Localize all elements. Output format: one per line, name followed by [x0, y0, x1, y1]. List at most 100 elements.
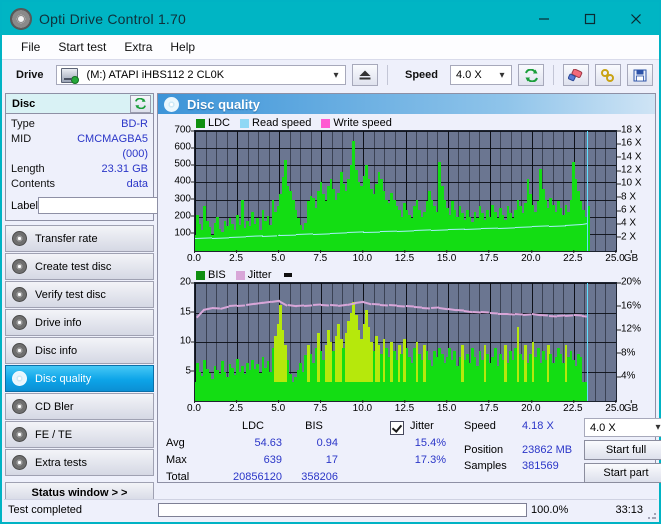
minimize-button[interactable]: [521, 2, 567, 35]
y-tick-label: 100: [174, 227, 194, 239]
stats-col-jitter: Jitter: [410, 420, 434, 432]
x-tick-label: 2.5: [229, 250, 244, 264]
tools-button[interactable]: [595, 64, 621, 86]
ldc-plot-area[interactable]: [194, 130, 617, 252]
sidebar-nav: Transfer rate Create test disc Verify te…: [5, 225, 154, 476]
disc-row-mid-value: CMCMAGBA5 (000): [77, 133, 148, 160]
optical-drive-icon: [60, 67, 79, 84]
sidebar-item-fe-te[interactable]: FE / TE: [5, 421, 154, 448]
disc-icon: [12, 343, 27, 358]
title-bar: Opti Drive Control 1.70: [2, 2, 659, 35]
speed-select-value: 4.0 X: [456, 69, 482, 81]
disc-refresh-button[interactable]: [130, 94, 151, 113]
y-tick-label: 500: [174, 158, 194, 170]
disc-info-title: Disc: [12, 97, 36, 110]
menu-item-extra[interactable]: Extra: [115, 38, 161, 56]
sidebar-item-disc-info[interactable]: Disc info: [5, 337, 154, 364]
drive-toolbar: Drive (M:) ATAPI iHBS112 2 CL0K ▾ Speed …: [2, 59, 659, 90]
sidebar-item-verify-test-disc[interactable]: Verify test disc: [5, 281, 154, 308]
legend-marker-extra: [283, 273, 292, 277]
disc-icon: [12, 259, 27, 274]
sidebar-item-disc-quality[interactable]: Disc quality: [5, 365, 154, 392]
y-tick-label: 15: [179, 306, 195, 317]
bis-jitter-chart: BIS Jitter 5 10 15 20 4% 8% 12% 16% 20%: [160, 268, 653, 416]
legend-write-speed: Write speed: [321, 117, 392, 129]
window-title: Opti Drive Control 1.70: [39, 10, 186, 27]
disc-icon: [12, 231, 27, 246]
sidebar-item-extra-tests[interactable]: Extra tests: [5, 449, 154, 476]
legend-label-ldc: LDC: [208, 117, 231, 129]
samples-label: Samples: [464, 460, 507, 472]
disc-row-length-key: Length: [11, 163, 45, 175]
start-full-button[interactable]: Start full: [584, 440, 661, 460]
stats-col-bis: BIS: [305, 420, 323, 432]
x-tick-label: 5.0: [271, 400, 286, 414]
x-tick-label: 22.5: [563, 400, 583, 414]
speed-select[interactable]: 4.0 X ▾: [450, 65, 512, 85]
progress-bar: [158, 503, 527, 517]
test-controls: Speed 4.18 X Position 23862 MB Samples 3…: [462, 418, 661, 492]
y-tick-label: 200: [174, 210, 194, 222]
position-value: 23862 MB: [522, 444, 573, 456]
jitter-checkbox[interactable]: [390, 421, 404, 435]
chevron-down-icon: ▾: [499, 69, 505, 81]
disc-icon: [12, 371, 27, 386]
disc-row-contents-value: data: [126, 178, 148, 190]
sidebar-item-transfer-rate[interactable]: Transfer rate: [5, 225, 154, 252]
jitter-percent-axis: 4% 8% 12% 16% 20%: [616, 277, 653, 400]
test-speed-select[interactable]: 4.0 X ▾: [584, 418, 661, 437]
app-window: Opti Drive Control 1.70 File Start test …: [0, 0, 661, 524]
stats-max-ldc: 639: [263, 454, 282, 466]
y2-tick-label: 4 X: [616, 217, 637, 229]
erase-button[interactable]: [563, 64, 589, 86]
x-tick-label: 20.0: [521, 250, 541, 264]
disc-icon: [12, 427, 27, 442]
status-text: Test completed: [8, 504, 82, 516]
menu-item-file[interactable]: File: [12, 38, 49, 56]
app-disc-icon: [10, 7, 32, 30]
sidebar-item-label: FE / TE: [35, 428, 73, 441]
y2-tick-label: 12%: [616, 323, 642, 335]
statistics-area: LDC BIS Jitter Avg 54.63 0.94 15.4% Max …: [158, 416, 661, 492]
x-tick-label: 7.5: [313, 250, 328, 264]
elapsed-time: 33:13: [615, 504, 643, 516]
position-label: Position: [464, 444, 504, 456]
start-part-button[interactable]: Start part: [584, 463, 661, 483]
stats-max-jitter: 17.3%: [414, 454, 446, 466]
test-speed-value: 4.0 X: [590, 421, 616, 434]
y-tick-label: 600: [174, 141, 194, 153]
disc-info-header: Disc: [6, 94, 153, 114]
save-button[interactable]: [627, 64, 653, 86]
sidebar-item-drive-info[interactable]: Drive info: [5, 309, 154, 336]
sidebar-item-create-test-disc[interactable]: Create test disc: [5, 253, 154, 280]
y2-tick-label: 16 X: [617, 137, 642, 149]
toolbar-divider-1: [386, 65, 388, 85]
menu-item-start-test[interactable]: Start test: [49, 38, 115, 56]
sidebar-item-cd-bler[interactable]: CD Bler: [5, 393, 154, 420]
stats-total-ldc: 20856120: [233, 471, 282, 483]
ldc-y-axis: 100 200 300 400 500 600 700: [160, 125, 194, 250]
bis-x-axis: 0.0 2.5 5.0 7.5 10.0 12.5 15.0 17.5 20.0 22.5 25.0…: [187, 400, 638, 416]
bis-plot-area[interactable]: [194, 282, 617, 402]
menu-bar: File Start test Extra Help: [2, 35, 659, 59]
disc-row-mid-key: MID: [11, 133, 32, 145]
maximize-button[interactable]: [567, 2, 613, 35]
drive-select[interactable]: (M:) ATAPI iHBS112 2 CL0K ▾: [55, 65, 346, 85]
disc-icon: [12, 287, 27, 302]
disc-row-length-value: 23.31 GB: [101, 163, 148, 175]
disc-row-type-key: Type: [11, 118, 35, 130]
content-area: Disc quality LDC Read speed Write speed …: [157, 90, 661, 483]
disc-icon: [12, 399, 27, 414]
x-tick-label: 25.0: [605, 250, 625, 264]
close-button[interactable]: [613, 2, 659, 35]
x-axis-unit: GB: [623, 400, 639, 414]
x-tick-label: 0.0: [187, 400, 201, 414]
ldc-chart: LDC Read speed Write speed 100 200 300 4…: [160, 116, 653, 266]
resize-grip[interactable]: [647, 510, 657, 520]
drive-label: Drive: [16, 69, 44, 81]
eject-button[interactable]: [351, 64, 378, 86]
drive-select-value: (M:) ATAPI iHBS112 2 CL0K: [86, 69, 225, 81]
menu-item-help[interactable]: Help: [161, 38, 204, 56]
y-tick-label: 700: [174, 124, 194, 136]
refresh-button[interactable]: [518, 64, 544, 86]
